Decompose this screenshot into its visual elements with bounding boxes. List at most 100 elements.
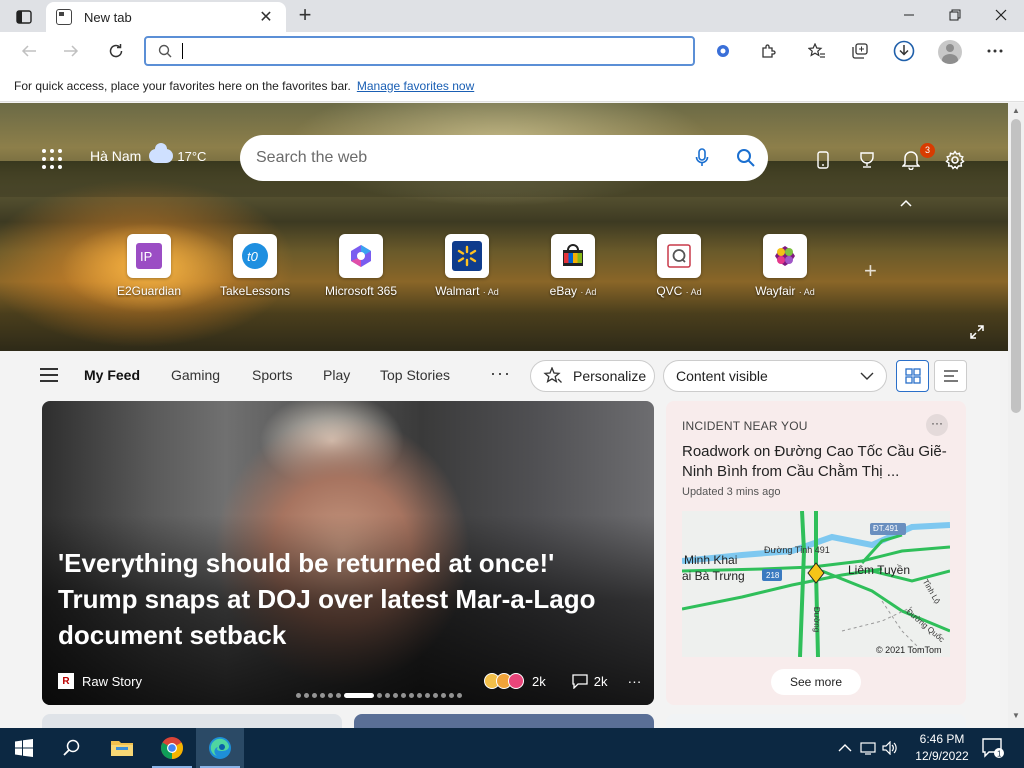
phone-icon[interactable]: [810, 147, 836, 173]
add-quick-link-plus-icon[interactable]: +: [864, 258, 877, 284]
new-tab-button[interactable]: +: [292, 4, 318, 28]
feed-tab-sports[interactable]: Sports: [252, 367, 292, 383]
profile-avatar[interactable]: [938, 40, 962, 64]
search-submit-icon[interactable]: [724, 148, 768, 168]
system-tray: [838, 728, 898, 768]
quick-link-takelessons[interactable]: t0 TakeLessons: [202, 234, 308, 298]
map-label: Minh Khai: [684, 553, 738, 567]
scroll-up-arrow-icon[interactable]: ▲: [1011, 106, 1021, 115]
browser-tab[interactable]: New tab ✕: [46, 2, 286, 32]
story-engagement: 2k 2k ···: [484, 673, 641, 689]
quick-link-walmart[interactable]: Walmart · Ad: [414, 234, 520, 298]
extension-logo-icon: [717, 45, 729, 57]
refresh-icon: [109, 44, 123, 58]
quick-link-label: Wayfair: [755, 284, 796, 298]
story-source[interactable]: R Raw Story: [58, 673, 142, 689]
notification-count-badge: 3: [920, 143, 935, 158]
taskbar-file-explorer[interactable]: [98, 728, 146, 768]
quick-link-qvc[interactable]: QVC · Ad: [626, 234, 732, 298]
taskbar-edge[interactable]: [196, 728, 244, 768]
feed-card-peek[interactable]: [354, 714, 654, 728]
quick-link-label: eBay: [549, 284, 577, 298]
feed-menu-hamburger-icon[interactable]: [40, 368, 58, 386]
qvc-logo-icon: [657, 234, 701, 278]
ebay-logo-icon: [551, 234, 595, 278]
feed-card-peek[interactable]: [42, 714, 342, 728]
top-story-headline[interactable]: 'Everything should be returned at once!'…: [58, 545, 638, 653]
action-center-button[interactable]: 1: [982, 738, 1004, 761]
taskbar-search-button[interactable]: [48, 728, 96, 768]
microphone-icon[interactable]: [680, 148, 724, 168]
search-icon: [158, 44, 172, 58]
weather-location: Hà Nam: [90, 148, 142, 164]
story-more-button[interactable]: ···: [627, 673, 641, 689]
feed-more-tabs-button[interactable]: ···: [490, 363, 511, 384]
rewards-trophy-icon[interactable]: [854, 147, 880, 173]
scroll-down-arrow-icon[interactable]: ▼: [1011, 711, 1021, 720]
quick-link-microsoft365[interactable]: Microsoft 365: [308, 234, 414, 298]
address-input[interactable]: [189, 43, 693, 59]
page-scrollbar[interactable]: ▲ ▼: [1008, 103, 1024, 728]
quick-link-ebay[interactable]: eBay · Ad: [520, 234, 626, 298]
start-button[interactable]: [0, 728, 48, 768]
comment-icon[interactable]: [572, 673, 588, 689]
incident-map[interactable]: Minh Khai ai Bà Trưng Đường Tỉnh 491 ĐT.…: [682, 511, 950, 657]
address-bar[interactable]: [144, 36, 695, 66]
scrollbar-thumb[interactable]: [1011, 119, 1021, 413]
windows-taskbar: 6:46 PM 12/9/2022 1: [0, 728, 1024, 768]
feed-tab-my-feed[interactable]: My Feed: [84, 367, 140, 383]
reaction-emoji-icons[interactable]: [484, 673, 524, 689]
download-icon: [893, 40, 915, 62]
web-search-box[interactable]: Search the web: [240, 135, 768, 181]
quick-links: IP E2Guardian t0 TakeLessons Microsoft 3…: [96, 234, 838, 298]
weather-temperature: 17°C: [177, 148, 207, 164]
text-caret: [182, 43, 183, 59]
takelessons-logo-icon: t0: [233, 234, 277, 278]
top-story-card[interactable]: 'Everything should be returned at once!'…: [42, 401, 654, 705]
carousel-indicator[interactable]: [296, 693, 462, 698]
list-view-button[interactable]: [934, 360, 967, 392]
page-settings-gear-icon[interactable]: [942, 147, 968, 173]
weather-widget[interactable]: Hà Nam 17°C: [90, 143, 207, 164]
downloads-button[interactable]: [891, 39, 917, 63]
taskbar-chrome[interactable]: [148, 728, 196, 768]
feed-tab-gaming[interactable]: Gaming: [171, 367, 220, 383]
hero-background: Hà Nam 17°C Search the web 3 IP E2Guardi…: [0, 103, 1008, 351]
refresh-button[interactable]: [103, 39, 129, 63]
feed-tab-play[interactable]: Play: [323, 367, 350, 383]
expand-background-icon[interactable]: [970, 325, 984, 342]
minimize-button[interactable]: [886, 0, 932, 30]
tray-chevron-up-icon[interactable]: [838, 743, 852, 753]
feed-tab-top-stories[interactable]: Top Stories: [380, 367, 450, 383]
close-tab-icon[interactable]: ✕: [256, 7, 276, 27]
extension-badge-button[interactable]: [710, 39, 736, 63]
windows-logo-icon: [15, 739, 33, 757]
feed-card-peek[interactable]: [666, 714, 966, 728]
tab-actions-button[interactable]: [10, 7, 38, 27]
ad-marker: · Ad: [685, 287, 702, 297]
manage-favorites-link[interactable]: Manage favorites now: [357, 79, 474, 93]
collections-button[interactable]: [847, 39, 873, 63]
forward-button[interactable]: [58, 39, 84, 63]
incident-card[interactable]: INCIDENT NEAR YOU ··· Roadwork on Đường …: [666, 401, 966, 705]
extensions-button[interactable]: [755, 39, 781, 63]
quick-link-wayfair[interactable]: Wayfair · Ad: [732, 234, 838, 298]
see-more-button[interactable]: See more: [771, 669, 861, 695]
favorites-button[interactable]: [804, 39, 830, 63]
quick-link-e2guardian[interactable]: IP E2Guardian: [96, 234, 202, 298]
incident-title[interactable]: Roadwork on Đường Cao Tốc Cầu Giẽ-Ninh B…: [682, 442, 954, 482]
incident-more-button[interactable]: ···: [926, 414, 948, 436]
app-launcher-icon[interactable]: [42, 149, 62, 169]
quick-link-label: Walmart: [435, 284, 480, 298]
grid-view-button[interactable]: [896, 360, 929, 392]
back-button[interactable]: [16, 39, 42, 63]
volume-icon[interactable]: [882, 741, 898, 755]
close-window-button[interactable]: [978, 0, 1024, 30]
settings-menu-button[interactable]: [982, 39, 1008, 63]
restore-button[interactable]: [932, 0, 978, 30]
content-visibility-dropdown[interactable]: Content visible: [663, 360, 887, 392]
collapse-chevron-up-icon[interactable]: [900, 195, 912, 210]
personalize-button[interactable]: Personalize: [530, 360, 655, 392]
network-icon[interactable]: [860, 741, 876, 755]
taskbar-clock[interactable]: 6:46 PM 12/9/2022: [912, 731, 972, 765]
